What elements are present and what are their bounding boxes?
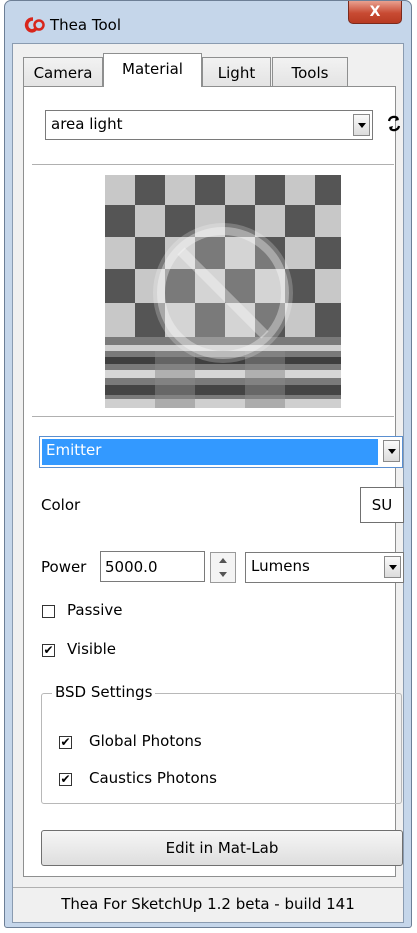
caustics-photons-label: Caustics Photons: [89, 769, 217, 787]
color-label: Color: [41, 496, 81, 514]
separator-top: [32, 164, 394, 166]
status-bar: Thea For SketchUp 1.2 beta - build 141: [13, 887, 403, 922]
close-button[interactable]: X: [348, 1, 402, 24]
material-preview-image: [105, 175, 341, 408]
material-select-value: area light: [51, 115, 123, 133]
spin-down-icon[interactable]: [219, 572, 227, 577]
separator-mid: [32, 416, 394, 418]
color-su-button[interactable]: SU: [360, 487, 404, 523]
window-title: Thea Tool: [50, 16, 121, 34]
power-input[interactable]: [100, 551, 205, 582]
passive-label: Passive: [67, 601, 123, 619]
title-bar[interactable]: Thea Tool X: [5, 1, 411, 43]
thea-logo-icon: [24, 17, 45, 33]
power-spinner[interactable]: [210, 552, 236, 583]
caustics-photons-checkbox[interactable]: ✔: [59, 773, 72, 786]
layer-select[interactable]: Emitter: [39, 436, 403, 468]
tab-camera[interactable]: Camera: [23, 57, 103, 87]
power-label: Power: [41, 558, 87, 576]
global-photons-checkbox[interactable]: ✔: [59, 736, 72, 749]
edit-in-matlab-button[interactable]: Edit in Mat-Lab: [41, 830, 403, 866]
thea-tool-window: Thea Tool X Camera Material Light Tools …: [4, 0, 412, 928]
chevron-down-icon: [353, 114, 370, 136]
spin-up-icon[interactable]: [219, 558, 227, 563]
chevron-down-icon: [384, 556, 401, 578]
power-unit-select[interactable]: Lumens: [245, 552, 404, 583]
refresh-icon[interactable]: [386, 115, 402, 133]
tab-material[interactable]: Material: [103, 53, 202, 87]
passive-checkbox[interactable]: [42, 605, 55, 618]
tab-tools[interactable]: Tools: [272, 57, 348, 87]
bsd-settings-title: BSD Settings: [52, 683, 156, 701]
visible-label: Visible: [67, 640, 116, 658]
layer-select-value: Emitter: [46, 441, 102, 459]
visible-checkbox[interactable]: ✔: [42, 644, 55, 657]
chevron-down-icon: [383, 440, 400, 462]
material-select[interactable]: area light: [45, 110, 373, 140]
tab-light[interactable]: Light: [202, 57, 271, 87]
power-unit-value: Lumens: [251, 557, 310, 575]
global-photons-label: Global Photons: [89, 732, 202, 750]
